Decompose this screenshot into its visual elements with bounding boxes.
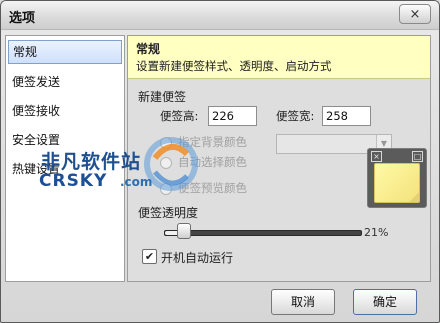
- note-height-label: 便签高:: [160, 109, 199, 123]
- opacity-slider-thumb[interactable]: [177, 223, 191, 239]
- note-curl: [409, 192, 419, 202]
- note-preview: × □: [367, 148, 427, 208]
- note-height-input[interactable]: 226: [208, 106, 257, 126]
- watermark-en-text: CRSKY: [39, 171, 108, 191]
- note-width-label: 便签宽:: [276, 109, 315, 123]
- cancel-button[interactable]: 取消: [271, 289, 335, 315]
- checkmark-icon: ✔: [144, 250, 155, 263]
- sidebar-item-note-receive[interactable]: 便签接收: [8, 100, 122, 122]
- sticky-note-icon: [374, 163, 420, 203]
- watermark-domain: .com: [120, 175, 153, 189]
- watermark-logo-icon: [144, 137, 198, 191]
- panel-header: 常规 设置新建便签样式、透明度、启动方式: [128, 36, 430, 79]
- sidebar-item-label: 便签接收: [12, 104, 61, 118]
- watermark-cn-text: 非凡软件站: [41, 151, 142, 173]
- preview-close-icon: ×: [371, 151, 382, 162]
- window-title: 选项: [9, 11, 36, 26]
- sidebar-item-label: 常规: [13, 45, 38, 59]
- opacity-value: 21%: [364, 226, 389, 239]
- options-dialog: 选项 × 常规 便签发送 便签接收 安全设置 热键设置 常规 设置新建便签样式、…: [0, 0, 440, 323]
- autostart-label: 开机自动运行: [161, 251, 234, 265]
- close-icon: ×: [409, 6, 421, 22]
- panel-title: 常规: [136, 42, 161, 56]
- new-note-section-label: 新建便签: [138, 90, 187, 104]
- preview-maximize-icon: □: [412, 151, 423, 162]
- panel-description: 设置新建便签样式、透明度、启动方式: [136, 59, 332, 73]
- title-bar: 选项 ×: [1, 1, 439, 30]
- close-button[interactable]: ×: [399, 4, 431, 24]
- ok-button[interactable]: 确定: [353, 289, 417, 315]
- autostart-checkbox[interactable]: ✔: [142, 249, 157, 264]
- opacity-slider[interactable]: [164, 230, 362, 236]
- sidebar-item-label: 便签发送: [12, 75, 61, 89]
- opacity-label: 便签透明度: [138, 206, 199, 220]
- sidebar-item-note-send[interactable]: 便签发送: [8, 71, 122, 93]
- sidebar-item-label: 安全设置: [12, 133, 61, 147]
- note-width-input[interactable]: 258: [322, 106, 371, 126]
- sidebar-item-general[interactable]: 常规: [8, 40, 122, 64]
